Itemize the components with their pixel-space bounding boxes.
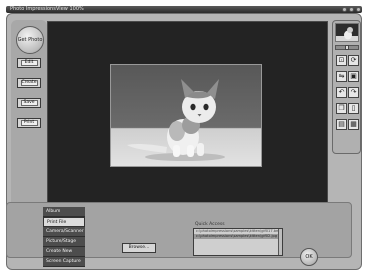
- grid-icon: ▦: [350, 120, 357, 128]
- preview-thumbnail[interactable]: [335, 23, 359, 42]
- nav-item[interactable]: Album: [43, 207, 85, 217]
- maximize-button[interactable]: [349, 7, 354, 12]
- edit-label: Edit: [20, 60, 38, 66]
- kitten-photo[interactable]: [110, 64, 262, 167]
- flip-icon: ⇋: [338, 72, 345, 80]
- redo-tool-button[interactable]: ↷: [348, 87, 359, 98]
- nav-item[interactable]: Picture/Stage: [43, 237, 85, 247]
- ok-button[interactable]: OK: [300, 248, 318, 266]
- view-zoom-label: View 100%: [56, 6, 84, 12]
- mirror-tool-button[interactable]: ▣: [348, 71, 359, 82]
- undo-tool-button[interactable]: ↶: [336, 87, 347, 98]
- quick-access-list[interactable]: c:\photoimpressions\samples\kitten\gif01…: [193, 228, 283, 256]
- photo-editor-window: Photo Impressions View 100% Get Photo Ed…: [2, 2, 364, 274]
- zoom-slider-knob[interactable]: [345, 45, 349, 50]
- crop-tool-button[interactable]: ⊡: [336, 55, 347, 66]
- bottom-panel: Album Print File Camera/Scanner Picture/Sta…: [6, 202, 352, 267]
- copy-icon: ❐: [338, 104, 345, 112]
- thumbnail-image: [336, 27, 358, 41]
- print-label: Print: [20, 120, 38, 126]
- image-canvas[interactable]: [47, 21, 328, 208]
- minimize-button[interactable]: [342, 7, 347, 12]
- rotate-tool-button[interactable]: ⟳: [348, 55, 359, 66]
- quick-access-item[interactable]: c:\photoimpressions\samples\kitten\gif02…: [194, 234, 282, 239]
- save-button[interactable]: Save: [17, 98, 41, 108]
- redo-icon: ↷: [350, 88, 357, 96]
- create-label: Create: [20, 80, 38, 86]
- get-photo-button[interactable]: Get Photo: [16, 26, 44, 54]
- crop-icon: ⊡: [338, 56, 345, 64]
- close-button[interactable]: [356, 7, 361, 12]
- rotate-icon: ⟳: [350, 56, 357, 64]
- create-button[interactable]: Create: [17, 78, 41, 88]
- quick-access-title: Quick Access: [195, 222, 225, 227]
- browse-button[interactable]: Browse...: [122, 243, 156, 253]
- source-nav-list: Album Print File Camera/Scanner Picture/Sta…: [43, 207, 85, 267]
- layers-tool-button[interactable]: ▤: [336, 119, 347, 130]
- edit-button[interactable]: Edit: [17, 58, 41, 68]
- grid-tool-button[interactable]: ▦: [348, 119, 359, 130]
- tool-panel: ⊡ ⟳ ⇋ ▣ ↶ ↷ ❐ ▯ ▤ ▦: [332, 20, 361, 154]
- copy-tool-button[interactable]: ❐: [336, 103, 347, 114]
- get-photo-label: Get Photo: [17, 37, 43, 43]
- nav-item[interactable]: Create New: [43, 247, 85, 257]
- flip-tool-button[interactable]: ⇋: [336, 71, 347, 82]
- title-bar: Photo Impressions View 100%: [6, 6, 362, 13]
- nav-item[interactable]: Screen Capture: [43, 257, 85, 267]
- kitten-image: [127, 79, 225, 161]
- zoom-slider[interactable]: [335, 45, 359, 50]
- layers-icon: ▤: [338, 120, 345, 128]
- page-icon: ▯: [351, 104, 356, 112]
- page-tool-button[interactable]: ▯: [348, 103, 359, 114]
- mirror-icon: ▣: [350, 72, 357, 80]
- nav-item[interactable]: Print File: [43, 217, 85, 227]
- save-label: Save: [20, 100, 38, 106]
- nav-item[interactable]: Camera/Scanner: [43, 227, 85, 237]
- print-button[interactable]: Print: [17, 118, 41, 128]
- undo-icon: ↶: [338, 88, 345, 96]
- quick-access-scrollbar[interactable]: [278, 229, 282, 255]
- app-title: Photo Impressions: [10, 6, 56, 12]
